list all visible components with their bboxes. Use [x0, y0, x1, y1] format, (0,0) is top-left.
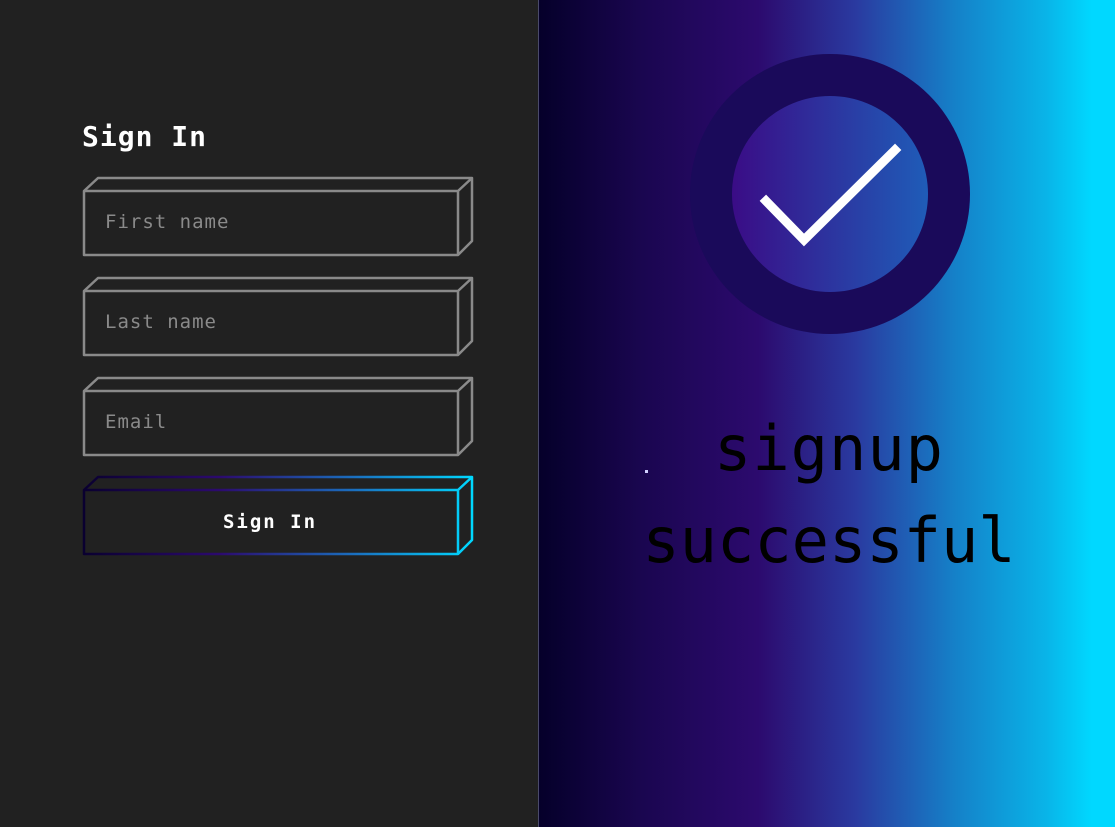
checkmark-circle-icon: [690, 54, 970, 334]
first-name-input[interactable]: [84, 192, 456, 252]
last-name-input[interactable]: [84, 292, 456, 352]
email-box: [82, 376, 474, 457]
success-panel: signup successful: [539, 0, 1115, 827]
email-input[interactable]: [84, 392, 456, 452]
success-message-line1: signup: [714, 412, 944, 485]
success-message-line2: successful: [642, 504, 1016, 577]
signin-panel: Sign In Sign: [0, 0, 538, 827]
page-title: Sign In: [82, 120, 208, 153]
sign-in-button-label: Sign In: [222, 511, 318, 533]
last-name-box: [82, 276, 474, 357]
sign-in-button[interactable]: Sign In: [82, 475, 474, 556]
first-name-box: [82, 176, 474, 257]
